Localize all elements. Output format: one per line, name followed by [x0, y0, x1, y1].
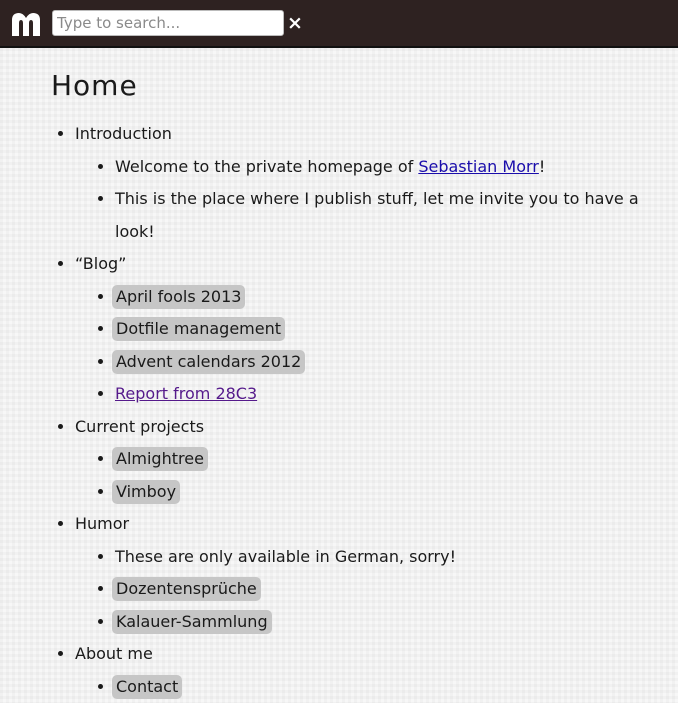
welcome-text: Welcome to the private homepage of	[115, 157, 418, 176]
author-link[interactable]: Sebastian Morr	[418, 157, 539, 176]
sub-list: These are only available in German, sorr…	[75, 541, 671, 639]
list-item: April fools 2013	[115, 281, 671, 314]
section-humor: Humor These are only available in German…	[75, 508, 671, 638]
list-item: Dozentensprüche	[115, 573, 671, 606]
list-item: Dotfile management	[115, 313, 671, 346]
tag-link-advent-calendars-2012[interactable]: Advent calendars 2012	[112, 350, 305, 374]
sub-list: Contact	[75, 671, 671, 703]
list-item: This is the place where I publish stuff,…	[115, 183, 671, 248]
search-input[interactable]	[52, 10, 284, 36]
welcome-text-end: !	[539, 157, 545, 176]
link-report-28c3[interactable]: Report from 28C3	[115, 384, 257, 403]
section-label: Introduction	[75, 124, 172, 143]
list-item: Vimboy	[115, 476, 671, 509]
section-current-projects: Current projects Almightree Vimboy	[75, 411, 671, 509]
list-item: Advent calendars 2012	[115, 346, 671, 379]
main-content: Home Introduction Welcome to the private…	[51, 66, 671, 703]
sub-list: April fools 2013 Dotfile management Adve…	[75, 281, 671, 411]
top-bar: ×	[0, 0, 678, 48]
invite-text: This is the place where I publish stuff,…	[115, 189, 639, 241]
list-item: Almightree	[115, 443, 671, 476]
list-item: Kalauer-Sammlung	[115, 606, 671, 639]
sub-list: Welcome to the private homepage of Sebas…	[75, 151, 671, 249]
tag-link-vimboy[interactable]: Vimboy	[112, 480, 180, 504]
section-label: “Blog”	[75, 254, 126, 273]
section-label: Humor	[75, 514, 129, 533]
list-item: Welcome to the private homepage of Sebas…	[115, 151, 671, 184]
section-list: Introduction Welcome to the private home…	[51, 118, 671, 703]
morr-m-logo-icon[interactable]	[10, 11, 42, 37]
close-icon[interactable]: ×	[287, 10, 303, 36]
tag-link-contact[interactable]: Contact	[112, 675, 182, 699]
section-blog: “Blog” April fools 2013 Dotfile manageme…	[75, 248, 671, 411]
german-only-note: These are only available in German, sorr…	[115, 547, 456, 566]
list-item: Contact	[115, 671, 671, 703]
sub-list: Almightree Vimboy	[75, 443, 671, 508]
section-about-me: About me Contact	[75, 638, 671, 703]
tag-link-almightree[interactable]: Almightree	[112, 447, 208, 471]
tag-link-dotfile-management[interactable]: Dotfile management	[112, 317, 285, 341]
section-label: Current projects	[75, 417, 204, 436]
section-introduction: Introduction Welcome to the private home…	[75, 118, 671, 248]
page-title: Home	[51, 66, 671, 106]
section-label: About me	[75, 644, 153, 663]
tag-link-dozentenspruche[interactable]: Dozentensprüche	[112, 577, 261, 601]
list-item: Report from 28C3	[115, 378, 671, 411]
tag-link-april-fools-2013[interactable]: April fools 2013	[112, 285, 245, 309]
tag-link-kalauer-sammlung[interactable]: Kalauer-Sammlung	[112, 610, 272, 634]
list-item: These are only available in German, sorr…	[115, 541, 671, 574]
